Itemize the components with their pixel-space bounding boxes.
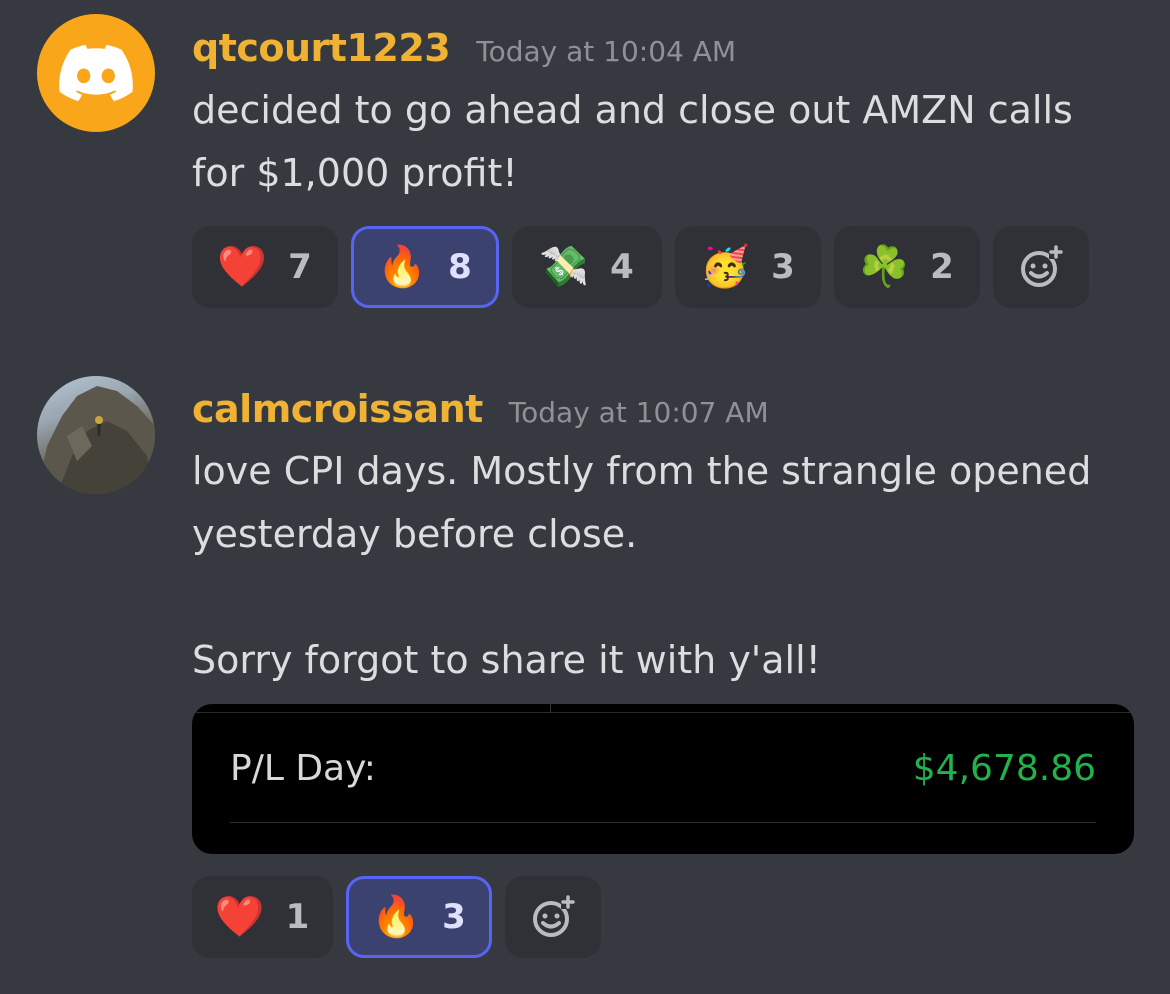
add-reaction-icon	[533, 895, 575, 937]
message-line: for $1,000 profit!	[192, 151, 518, 195]
reaction-count: 4	[610, 247, 634, 287]
message-header: qtcourt1223 Today at 10:04 AM	[192, 26, 736, 70]
reaction-count: 7	[288, 247, 312, 287]
reaction-partying-face[interactable]: 🥳 3	[675, 226, 821, 308]
reaction-money-with-wings[interactable]: 💸 4	[512, 226, 662, 308]
message-content: decided to go ahead and close out AMZN c…	[192, 79, 1152, 205]
add-reaction-button[interactable]	[993, 226, 1089, 308]
message-header: calmcroissant Today at 10:07 AM	[192, 387, 769, 431]
pl-day-value: $4,678.86	[912, 748, 1096, 789]
message-line: yesterday before close.	[192, 512, 638, 556]
reaction-heart[interactable]: ❤️ 7	[192, 226, 338, 308]
fire-icon: 🔥	[371, 894, 422, 940]
username[interactable]: calmcroissant	[192, 387, 483, 431]
discord-logo-icon	[59, 45, 133, 101]
reaction-count: 8	[448, 247, 472, 287]
add-reaction-icon	[1021, 245, 1063, 287]
add-reaction-button[interactable]	[505, 876, 601, 958]
reaction-fire[interactable]: 🔥 8	[351, 226, 499, 308]
shamrock-icon: ☘️	[859, 244, 910, 290]
message-line: Sorry forgot to share it with y'all!	[192, 638, 821, 682]
reaction-count: 1	[285, 897, 310, 937]
pl-day-label: P/L Day:	[230, 748, 376, 789]
partying-face-icon: 🥳	[700, 244, 751, 290]
heart-icon: ❤️	[214, 894, 265, 940]
reaction-shamrock[interactable]: ☘️ 2	[834, 226, 980, 308]
fire-icon: 🔥	[377, 244, 428, 290]
image-attachment[interactable]: P/L Day: $4,678.86	[192, 704, 1134, 854]
reaction-count: 2	[930, 247, 954, 287]
money-with-wings-icon: 💸	[539, 244, 590, 290]
divider	[550, 704, 551, 713]
reaction-count: 3	[442, 897, 466, 937]
reaction-count: 3	[771, 247, 795, 287]
reaction-fire[interactable]: 🔥 3	[346, 876, 492, 958]
reaction-heart[interactable]: ❤️ 1	[192, 876, 333, 958]
divider	[192, 712, 1134, 713]
message-content: love CPI days. Mostly from the strangle …	[192, 440, 1152, 692]
username[interactable]: qtcourt1223	[192, 26, 451, 70]
timestamp: Today at 10:04 AM	[476, 35, 737, 68]
avatar[interactable]	[37, 376, 155, 494]
reactions-bar: ❤️ 7 🔥 8 💸 4 🥳 3 ☘️ 2	[192, 226, 1089, 308]
message-line: love CPI days. Mostly from the strangle …	[192, 449, 1092, 493]
heart-icon: ❤️	[217, 244, 268, 290]
user-photo-avatar-image	[37, 386, 155, 494]
timestamp: Today at 10:07 AM	[508, 396, 769, 429]
avatar[interactable]	[37, 14, 155, 132]
message-line: decided to go ahead and close out AMZN c…	[192, 88, 1073, 132]
reactions-bar: ❤️ 1 🔥 3	[192, 876, 601, 958]
divider	[230, 822, 1096, 823]
